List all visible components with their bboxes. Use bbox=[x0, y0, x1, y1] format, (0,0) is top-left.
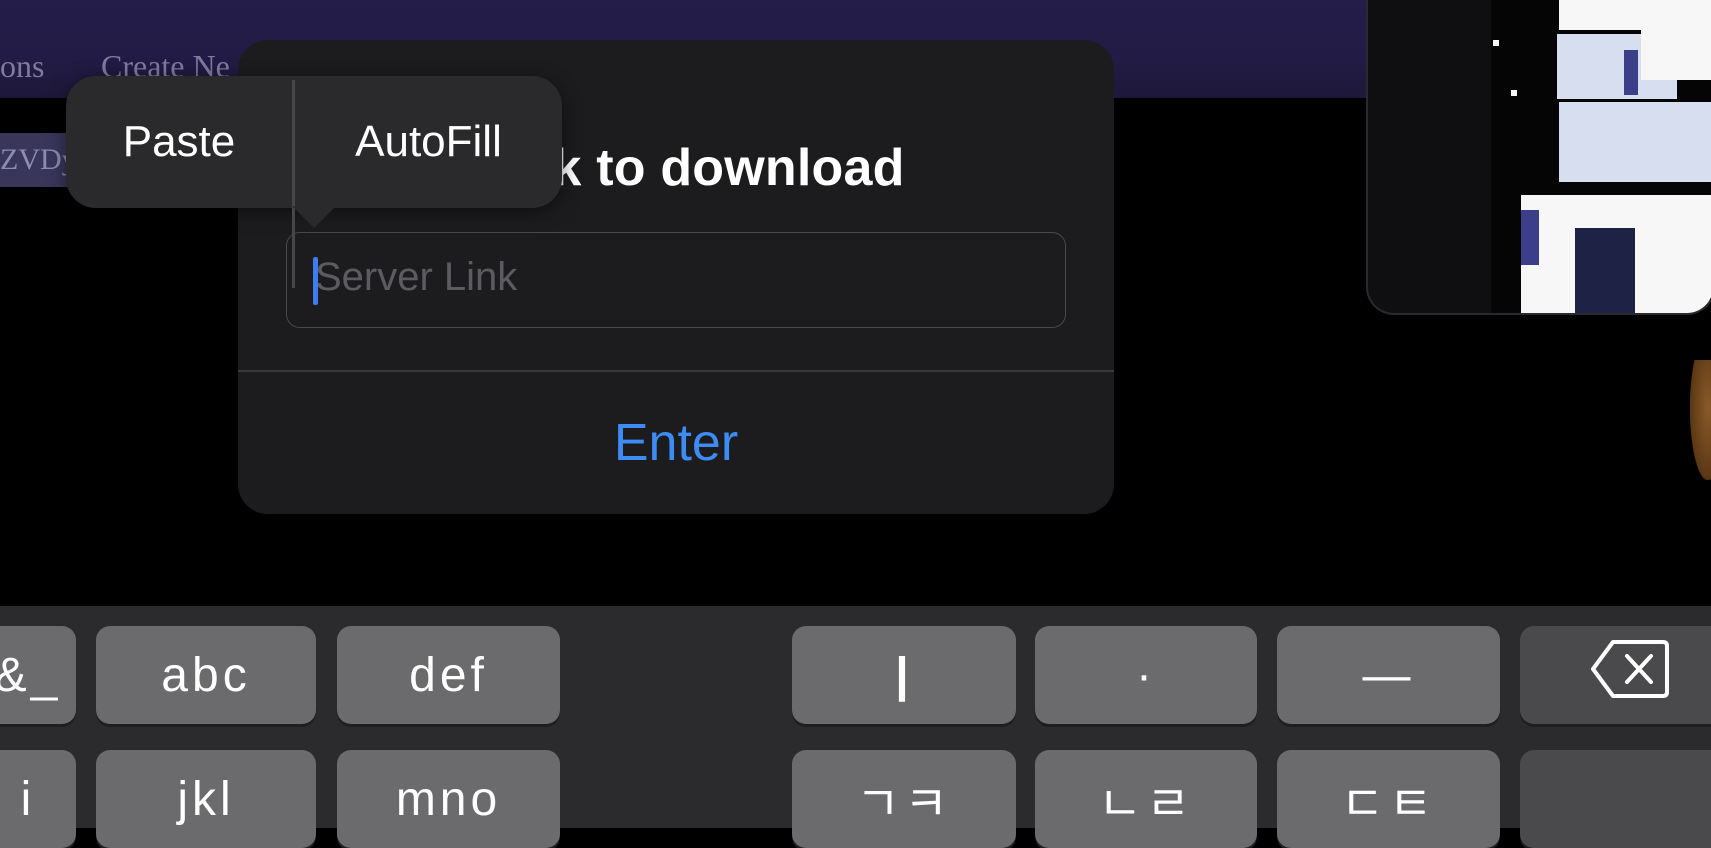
thumbnail-screens bbox=[1491, 0, 1711, 313]
edit-menu-pointer bbox=[292, 206, 336, 228]
key-digeut-tieut[interactable]: ㄷㅌ bbox=[1277, 750, 1500, 848]
edit-menu: Paste AutoFill bbox=[66, 76, 562, 288]
key-dash[interactable]: — bbox=[1277, 626, 1500, 724]
key-jkl[interactable]: jkl bbox=[96, 750, 316, 848]
backspace-key[interactable] bbox=[1520, 626, 1711, 724]
vertical-bar-label: | bbox=[895, 648, 913, 702]
key-nieun-rieul[interactable]: ㄴㄹ bbox=[1035, 750, 1257, 848]
key-abc[interactable]: abc bbox=[96, 626, 316, 724]
return-key[interactable] bbox=[1520, 750, 1711, 848]
text-cursor bbox=[313, 257, 318, 305]
key-mno[interactable]: mno bbox=[337, 750, 560, 848]
backspace-icon bbox=[1591, 638, 1669, 712]
autofill-button[interactable]: AutoFill bbox=[295, 76, 562, 208]
key-middle-dot[interactable]: · bbox=[1035, 626, 1257, 724]
server-link-placeholder: Server Link bbox=[315, 255, 518, 299]
key-ghi[interactable]: i bbox=[0, 750, 76, 848]
enter-button[interactable]: Enter bbox=[238, 372, 1114, 514]
background-tab-1[interactable]: ons bbox=[0, 48, 44, 85]
key-giyeok-kieuk[interactable]: ㄱㅋ bbox=[792, 750, 1016, 848]
key-def[interactable]: def bbox=[337, 626, 560, 724]
app-thumbnail[interactable] bbox=[1366, 0, 1711, 315]
keyboard: &_ abc def | · — i jkl mno ㄱㅋ ㄴㄹ ㄷㅌ bbox=[0, 606, 1711, 848]
key-symbols[interactable]: &_ bbox=[0, 626, 76, 724]
key-vertical-bar[interactable]: | bbox=[792, 626, 1016, 724]
bear-sticker bbox=[1690, 360, 1711, 480]
server-link-field[interactable]: Server Link bbox=[286, 232, 1066, 328]
paste-button[interactable]: Paste bbox=[66, 76, 292, 208]
